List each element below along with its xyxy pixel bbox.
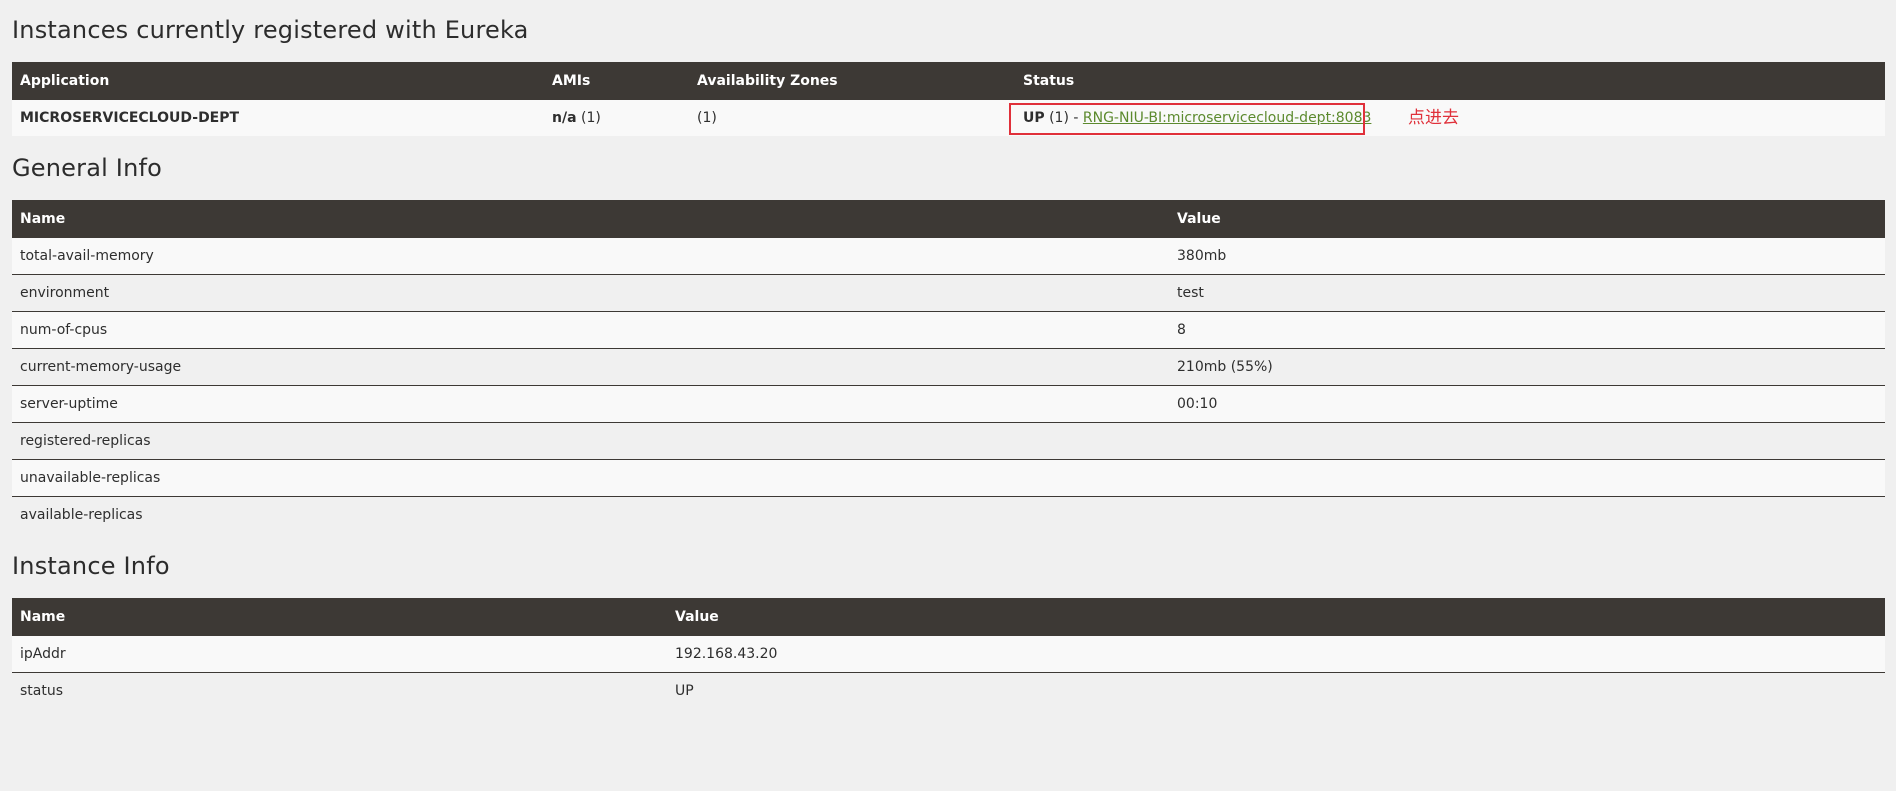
column-header-name: Name (12, 200, 1169, 238)
row-name: status (12, 672, 667, 709)
instance-info-table: Name Value ipAddr 192.168.43.20 status UP (12, 598, 1885, 709)
row-name: environment (12, 274, 1169, 312)
table-row: MICROSERVICECLOUD-DEPT n/a (1) (1) UP (1… (12, 100, 1885, 136)
application-name: MICROSERVICECLOUD-DEPT (12, 100, 544, 136)
general-info-title: General Info (12, 154, 163, 182)
row-name: ipAddr (12, 636, 667, 673)
table-row: server-uptime 00:10 (12, 385, 1885, 423)
status-count: (1) - (1044, 110, 1083, 126)
amis-value: n/a (552, 110, 577, 126)
row-value: 210mb (55%) (1169, 348, 1885, 386)
instance-info-header-row: Name Value (12, 598, 1885, 636)
table-row: total-avail-memory 380mb (12, 238, 1885, 275)
table-row: available-replicas (12, 496, 1885, 533)
row-name: available-replicas (12, 496, 1169, 533)
column-header-value: Value (1169, 200, 1885, 238)
instances-title: Instances currently registered with Eure… (12, 16, 529, 44)
status-value: UP (1023, 110, 1045, 126)
table-row: unavailable-replicas (12, 459, 1885, 497)
column-header-amis: AMIs (544, 62, 689, 100)
row-name: registered-replicas (12, 422, 1169, 460)
row-value: 192.168.43.20 (667, 636, 1885, 673)
row-value: test (1169, 274, 1885, 312)
row-name: total-avail-memory (12, 238, 1169, 275)
row-value (1169, 496, 1885, 533)
row-value: UP (667, 672, 1885, 709)
column-header-status: Status (1015, 62, 1885, 100)
table-row: registered-replicas (12, 422, 1885, 460)
column-header-application: Application (12, 62, 544, 100)
instances-table: Application AMIs Availability Zones Stat… (12, 62, 1885, 136)
instances-header-row: Application AMIs Availability Zones Stat… (12, 62, 1885, 100)
general-info-table: Name Value total-avail-memory 380mb envir… (12, 200, 1885, 533)
row-value (1169, 422, 1885, 460)
row-name: num-of-cpus (12, 311, 1169, 349)
row-name: unavailable-replicas (12, 459, 1169, 497)
annotation-note: 点进去 (1408, 108, 1459, 128)
table-row: environment test (12, 274, 1885, 312)
amis-count: (1) (576, 110, 601, 126)
general-header-row: Name Value (12, 200, 1885, 238)
column-header-availability-zones: Availability Zones (689, 62, 1015, 100)
row-name: current-memory-usage (12, 348, 1169, 386)
instance-info-title: Instance Info (12, 552, 170, 580)
column-header-value: Value (667, 598, 1885, 636)
instance-link[interactable]: RNG-NIU-BI:microservicecloud-dept:8083 (1083, 110, 1372, 126)
row-value: 8 (1169, 311, 1885, 349)
table-row: ipAddr 192.168.43.20 (12, 636, 1885, 673)
row-value: 00:10 (1169, 385, 1885, 423)
table-row: num-of-cpus 8 (12, 311, 1885, 349)
availability-zones-cell: (1) (689, 100, 1015, 136)
row-value: 380mb (1169, 238, 1885, 275)
row-name: server-uptime (12, 385, 1169, 423)
table-row: current-memory-usage 210mb (55%) (12, 348, 1885, 386)
amis-cell: n/a (1) (544, 100, 689, 136)
row-value (1169, 459, 1885, 497)
table-row: status UP (12, 672, 1885, 709)
column-header-name: Name (12, 598, 667, 636)
